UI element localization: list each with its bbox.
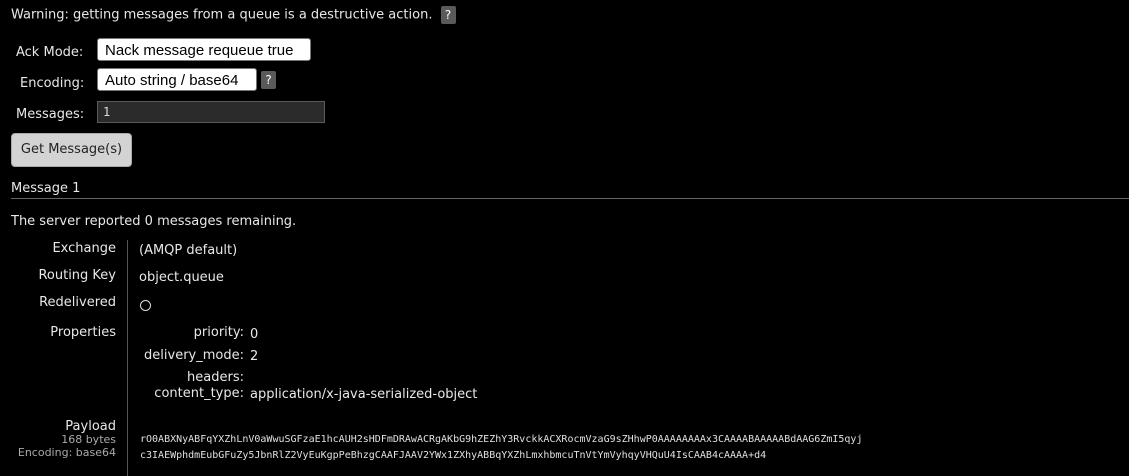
ack-mode-value: Nack message requeue true — [105, 42, 294, 59]
headers-label: headers: — [187, 370, 244, 385]
exchange-value: (AMQP default) — [139, 243, 238, 258]
payload-label: Payload — [65, 419, 116, 434]
encoding-select[interactable]: Auto string / base64 — [97, 68, 257, 107]
encoding-help-icon[interactable]: ? — [261, 71, 276, 89]
delivery-mode-value: 2 — [250, 349, 259, 364]
payload-encoding: Encoding: base64 — [17, 446, 116, 459]
warning-text: Warning: getting messages from a queue i… — [11, 6, 456, 24]
encoding-label: Encoding: — [20, 76, 85, 91]
get-messages-button[interactable]: Get Message(s) — [11, 133, 132, 167]
properties-label: Properties — [50, 325, 116, 340]
ack-mode-label: Ack Mode: — [16, 45, 84, 60]
messages-label: Messages: — [16, 107, 85, 122]
table-divider — [127, 240, 128, 476]
content-type-value: application/x-java-serialized-object — [250, 387, 478, 402]
priority-label: priority: — [193, 325, 244, 340]
warning-help-icon[interactable]: ? — [440, 6, 456, 24]
content-type-label: content_type: — [154, 386, 244, 401]
payload-line-1: rO0ABXNyABFqYXZhLnV0aWwuSGFzaE1hcAUH2sHD… — [140, 434, 863, 445]
encoding-value: Auto string / base64 — [105, 72, 239, 89]
redelivered-indicator — [140, 300, 151, 311]
payload-size: 168 bytes — [61, 433, 116, 446]
ack-mode-select[interactable]: Nack message requeue true — [97, 38, 311, 77]
message-heading: Message 1 — [11, 181, 81, 196]
routing-key-value: object.queue — [139, 270, 224, 285]
delivery-mode-label: delivery_mode: — [144, 348, 244, 363]
messages-input[interactable]: 1 — [97, 101, 325, 123]
exchange-label: Exchange — [52, 241, 116, 256]
payload-line-2: c3IAEWphdmEubGFuZy5JbnRlZ2VyEuKgpPeBhzgC… — [140, 450, 767, 461]
priority-value: 0 — [250, 327, 259, 342]
messages-remaining: The server reported 0 messages remaining… — [11, 214, 297, 229]
divider — [11, 198, 1129, 199]
redelivered-label: Redelivered — [39, 295, 116, 310]
routing-key-label: Routing Key — [38, 268, 116, 283]
warning-label: Warning: getting messages from a queue i… — [11, 7, 433, 23]
